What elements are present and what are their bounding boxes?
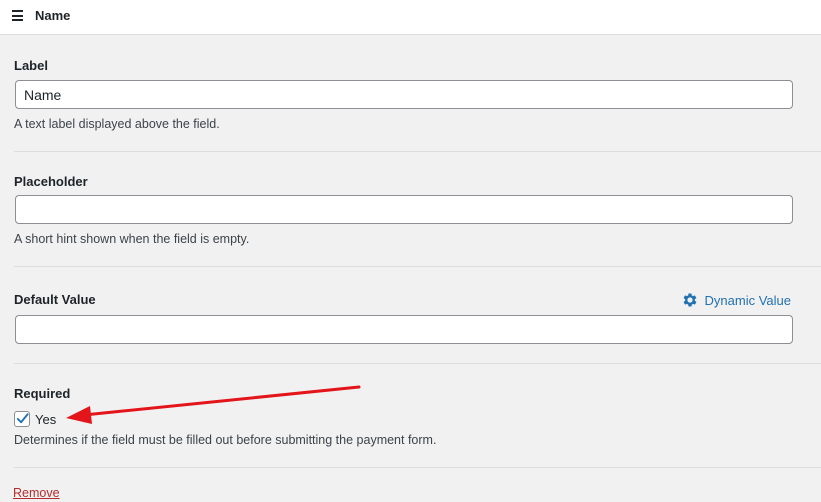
label-help-text: A text label displayed above the field.: [14, 117, 220, 131]
divider: [14, 151, 821, 152]
placeholder-input[interactable]: [15, 195, 793, 224]
field-header[interactable]: Name: [0, 0, 821, 35]
required-option-label[interactable]: Yes: [35, 412, 56, 427]
default-value-input[interactable]: [15, 315, 793, 344]
label-field-title: Label: [14, 58, 48, 73]
divider: [14, 363, 821, 364]
checkmark-icon: [16, 413, 29, 424]
divider: [14, 467, 821, 468]
label-input[interactable]: [15, 80, 793, 109]
gear-icon: [683, 293, 696, 307]
field-title: Name: [35, 8, 71, 23]
required-checkbox[interactable]: [14, 411, 30, 427]
remove-link[interactable]: Remove: [13, 486, 60, 500]
default-value-field-title: Default Value: [14, 292, 96, 307]
hamburger-icon[interactable]: [12, 10, 23, 21]
placeholder-help-text: A short hint shown when the field is emp…: [14, 232, 250, 246]
required-help-text: Determines if the field must be filled o…: [14, 433, 437, 447]
placeholder-field-title: Placeholder: [14, 174, 88, 189]
dynamic-value-button[interactable]: Dynamic Value: [681, 291, 791, 309]
divider: [14, 266, 821, 267]
annotation-arrow: [66, 385, 361, 424]
required-field-title: Required: [14, 386, 71, 401]
dynamic-value-label: Dynamic Value: [704, 292, 791, 308]
